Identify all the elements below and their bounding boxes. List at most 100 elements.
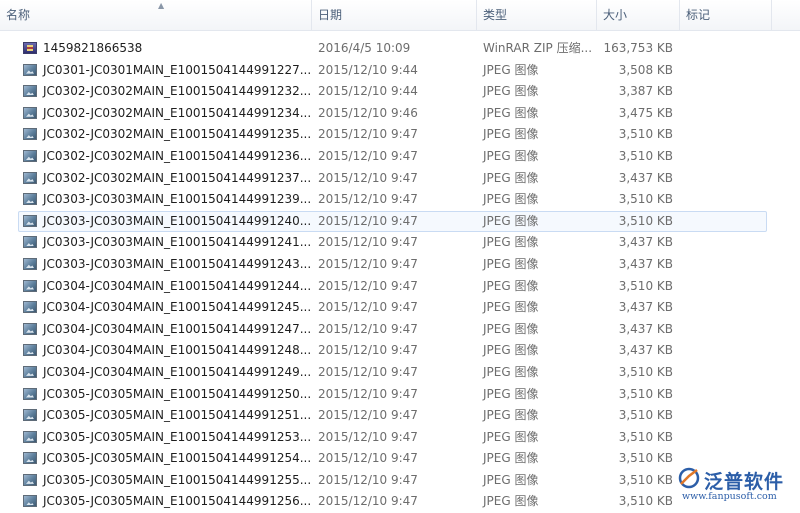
file-row[interactable]: JC0301-JC0301MAIN_E1001504144991227... 20… xyxy=(0,60,800,82)
file-name: JC0304-JC0304MAIN_E1001504144991248... xyxy=(43,343,312,358)
jpeg-image-icon xyxy=(23,387,37,400)
file-size: 3,510 KB xyxy=(618,386,673,401)
watermark-logo: 泛普软件 www.fanpusoft.com xyxy=(672,463,800,511)
file-type: JPEG 图像 xyxy=(483,62,539,77)
file-type: JPEG 图像 xyxy=(483,278,539,293)
file-date: 2015/12/10 9:47 xyxy=(318,148,418,163)
file-date: 2015/12/10 9:47 xyxy=(318,235,418,250)
file-name: JC0304-JC0304MAIN_E1001504144991245... xyxy=(43,300,312,315)
file-name: JC0302-JC0302MAIN_E1001504144991237... xyxy=(43,170,312,185)
jpeg-image-icon xyxy=(23,279,37,292)
file-name: JC0305-JC0305MAIN_E1001504144991254... xyxy=(43,451,312,466)
file-row[interactable]: JC0303-JC0303MAIN_E1001504144991241... 20… xyxy=(0,232,800,254)
file-name: JC0305-JC0305MAIN_E1001504144991250... xyxy=(43,386,312,401)
jpeg-image-icon xyxy=(23,409,37,422)
file-name: JC0302-JC0302MAIN_E1001504144991236... xyxy=(43,148,312,163)
column-header-name[interactable]: 名称 xyxy=(0,0,312,30)
jpeg-image-icon xyxy=(23,149,37,162)
file-date: 2015/12/10 9:47 xyxy=(318,256,418,271)
file-type: JPEG 图像 xyxy=(483,408,539,423)
file-type: JPEG 图像 xyxy=(483,300,539,315)
file-name: JC0302-JC0302MAIN_E1001504144991235... xyxy=(43,127,312,142)
file-row[interactable]: JC0302-JC0302MAIN_E1001504144991232... 20… xyxy=(0,81,800,103)
file-list: 1459821866538 2016/4/5 10:09 WinRAR ZIP 压缩… xyxy=(0,38,800,513)
file-name: JC0304-JC0304MAIN_E1001504144991249... xyxy=(43,364,312,379)
file-row[interactable]: JC0305-JC0305MAIN_E1001504144991251... 20… xyxy=(0,405,800,427)
jpeg-image-icon xyxy=(23,452,37,465)
file-row[interactable]: 1459821866538 2016/4/5 10:09 WinRAR ZIP 压缩… xyxy=(0,38,800,60)
file-type: JPEG 图像 xyxy=(483,386,539,401)
file-name: JC0303-JC0303MAIN_E1001504144991240... xyxy=(43,213,312,228)
file-type: JPEG 图像 xyxy=(483,494,539,509)
jpeg-image-icon xyxy=(23,495,37,508)
file-row[interactable]: JC0302-JC0302MAIN_E1001504144991235... 20… xyxy=(0,124,800,146)
jpeg-image-icon xyxy=(23,301,37,314)
column-header-size[interactable]: 大小 xyxy=(597,0,680,30)
file-row[interactable]: JC0304-JC0304MAIN_E1001504144991248... 20… xyxy=(0,340,800,362)
file-row[interactable]: JC0302-JC0302MAIN_E1001504144991234... 20… xyxy=(0,103,800,125)
file-date: 2015/12/10 9:47 xyxy=(318,451,418,466)
file-date: 2015/12/10 9:44 xyxy=(318,62,418,77)
file-size: 3,475 KB xyxy=(618,105,673,120)
brand-url: www.fanpusoft.com xyxy=(682,491,777,502)
column-header-tags[interactable]: 标记 xyxy=(680,0,772,30)
jpeg-image-icon xyxy=(23,63,37,76)
file-name: JC0302-JC0302MAIN_E1001504144991232... xyxy=(43,84,312,99)
file-row[interactable]: JC0303-JC0303MAIN_E1001504144991239... 20… xyxy=(0,189,800,211)
file-size: 3,510 KB xyxy=(618,278,673,293)
file-type: JPEG 图像 xyxy=(483,235,539,250)
file-row[interactable]: JC0302-JC0302MAIN_E1001504144991236... 20… xyxy=(0,146,800,168)
jpeg-image-icon xyxy=(23,85,37,98)
jpeg-image-icon xyxy=(23,214,37,227)
file-size: 3,510 KB xyxy=(618,213,673,228)
file-row[interactable]: JC0305-JC0305MAIN_E1001504144991253... 20… xyxy=(0,427,800,449)
column-header-type-label: 类型 xyxy=(483,8,508,22)
file-date: 2015/12/10 9:47 xyxy=(318,494,418,509)
file-type: JPEG 图像 xyxy=(483,343,539,358)
file-date: 2015/12/10 9:46 xyxy=(318,105,418,120)
column-header-size-label: 大小 xyxy=(603,8,628,22)
file-row[interactable]: JC0303-JC0303MAIN_E1001504144991243... 20… xyxy=(0,254,800,276)
file-date: 2015/12/10 9:47 xyxy=(318,386,418,401)
file-name: JC0303-JC0303MAIN_E1001504144991243... xyxy=(43,256,312,271)
file-size: 3,510 KB xyxy=(618,494,673,509)
jpeg-image-icon xyxy=(23,344,37,357)
column-header-date[interactable]: 日期 xyxy=(312,0,477,30)
file-type: WinRAR ZIP 压缩... xyxy=(483,41,593,55)
file-size: 3,510 KB xyxy=(618,364,673,379)
file-row[interactable]: JC0305-JC0305MAIN_E1001504144991250... 20… xyxy=(0,384,800,406)
file-date: 2015/12/10 9:44 xyxy=(318,84,418,99)
file-row[interactable]: JC0304-JC0304MAIN_E1001504144991247... 20… xyxy=(0,319,800,341)
file-size: 3,510 KB xyxy=(618,148,673,163)
file-date: 2015/12/10 9:47 xyxy=(318,127,418,142)
file-date: 2015/12/10 9:47 xyxy=(318,408,418,423)
file-row[interactable]: JC0303-JC0303MAIN_E1001504144991240... 20… xyxy=(0,210,800,233)
file-type: JPEG 图像 xyxy=(483,213,539,228)
file-row[interactable]: JC0304-JC0304MAIN_E1001504144991245... 20… xyxy=(0,297,800,319)
file-size: 3,437 KB xyxy=(618,235,673,250)
brand-name: 泛普软件 xyxy=(704,471,785,493)
file-row[interactable]: JC0302-JC0302MAIN_E1001504144991237... 20… xyxy=(0,168,800,190)
file-type: JPEG 图像 xyxy=(483,127,539,142)
column-header-type[interactable]: 类型 xyxy=(477,0,597,30)
file-row[interactable]: JC0304-JC0304MAIN_E1001504144991244... 20… xyxy=(0,276,800,298)
sort-ascending-icon: ▲ xyxy=(158,1,165,10)
file-type: JPEG 图像 xyxy=(483,321,539,336)
file-date: 2015/12/10 9:47 xyxy=(318,429,418,444)
file-type: JPEG 图像 xyxy=(483,170,539,185)
jpeg-image-icon xyxy=(23,473,37,486)
file-row[interactable]: JC0304-JC0304MAIN_E1001504144991249... 20… xyxy=(0,362,800,384)
file-size: 3,510 KB xyxy=(618,451,673,466)
jpeg-image-icon xyxy=(23,128,37,141)
file-size: 3,437 KB xyxy=(618,321,673,336)
file-size: 3,510 KB xyxy=(618,127,673,142)
file-type: JPEG 图像 xyxy=(483,148,539,163)
file-type: JPEG 图像 xyxy=(483,472,539,487)
column-header-tags-label: 标记 xyxy=(686,8,711,22)
file-name: JC0304-JC0304MAIN_E1001504144991244... xyxy=(43,278,312,293)
jpeg-image-icon xyxy=(23,365,37,378)
file-date: 2015/12/10 9:47 xyxy=(318,364,418,379)
file-name: JC0303-JC0303MAIN_E1001504144991241... xyxy=(43,235,312,250)
file-size: 3,437 KB xyxy=(618,300,673,315)
column-header-bar: 名称 ▲ 日期 类型 大小 标记 xyxy=(0,0,800,31)
